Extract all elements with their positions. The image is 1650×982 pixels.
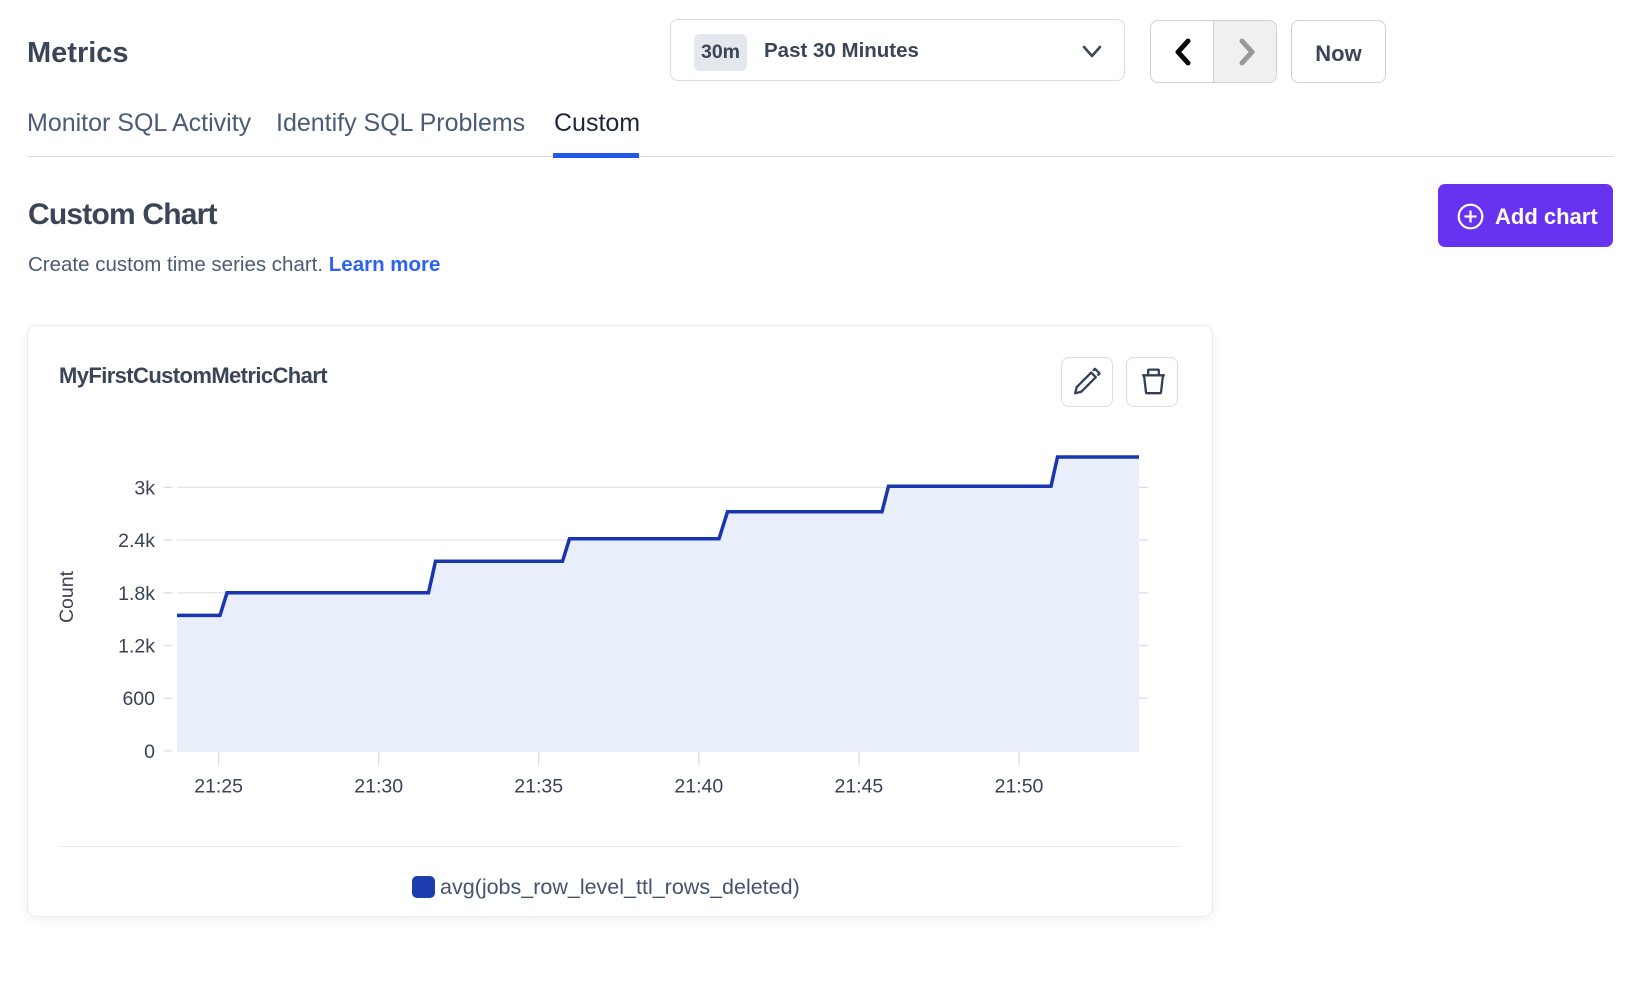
svg-text:1.8k: 1.8k: [118, 583, 155, 605]
svg-text:21:50: 21:50: [995, 776, 1044, 798]
svg-text:0: 0: [144, 741, 155, 763]
svg-text:21:40: 21:40: [674, 776, 723, 798]
svg-text:21:25: 21:25: [194, 776, 243, 798]
svg-text:Count: Count: [56, 570, 78, 623]
svg-text:3k: 3k: [134, 477, 155, 499]
svg-text:600: 600: [122, 688, 155, 710]
svg-text:1.2k: 1.2k: [118, 636, 155, 658]
svg-text:2.4k: 2.4k: [118, 530, 155, 552]
svg-text:21:45: 21:45: [834, 776, 883, 798]
svg-text:21:35: 21:35: [514, 776, 563, 798]
svg-text:21:30: 21:30: [354, 776, 403, 798]
